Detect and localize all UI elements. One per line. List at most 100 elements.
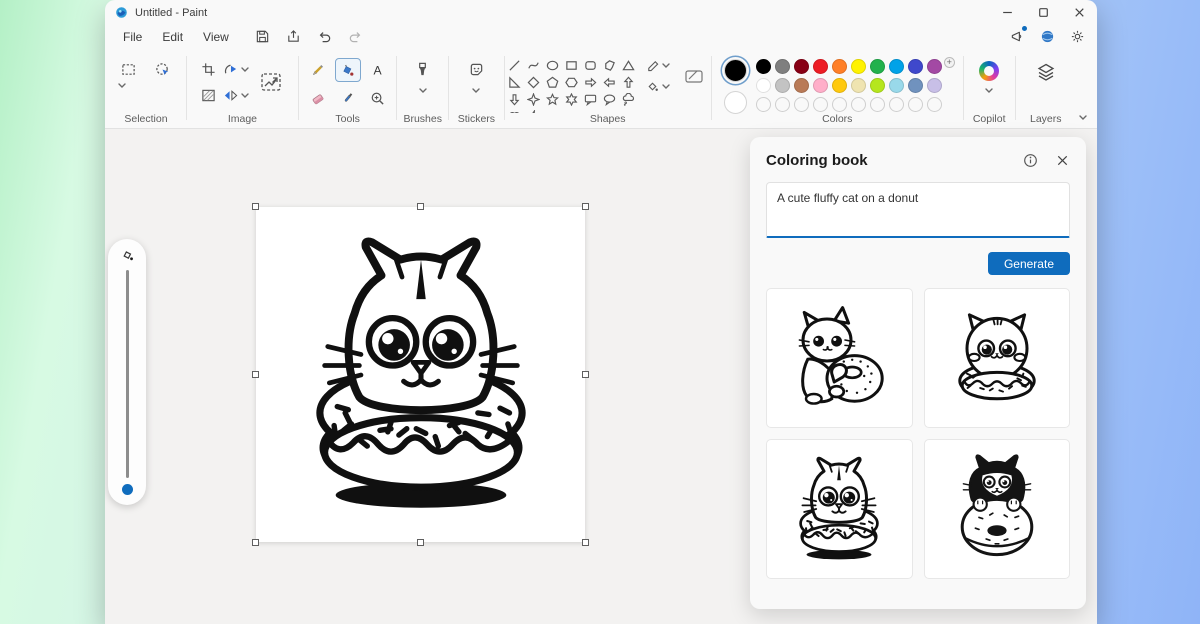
shape-hexagon-icon[interactable] xyxy=(565,76,578,89)
rotate-button[interactable] xyxy=(223,62,249,77)
generated-thumbnail-4[interactable] xyxy=(924,439,1071,579)
color-swatch[interactable] xyxy=(813,59,828,74)
color-swatch[interactable] xyxy=(851,78,866,93)
selection-handle-top-right[interactable] xyxy=(582,203,589,210)
free-form-select-button[interactable] xyxy=(150,57,176,81)
color-swatch[interactable] xyxy=(908,78,923,93)
shape-oval-icon[interactable] xyxy=(546,59,559,72)
undo-icon[interactable] xyxy=(317,29,332,44)
panel-close-button[interactable] xyxy=(1055,153,1070,168)
image-options-button[interactable] xyxy=(255,66,287,98)
shape-six-point-star-icon[interactable] xyxy=(565,93,578,106)
menu-file[interactable]: File xyxy=(113,28,152,46)
flip-button[interactable] xyxy=(223,88,249,103)
shapes-options-button[interactable] xyxy=(678,61,710,91)
color-swatch[interactable] xyxy=(870,78,885,93)
color-swatch[interactable] xyxy=(794,78,809,93)
selection-handle-top-middle[interactable] xyxy=(417,203,424,210)
color-swatch[interactable] xyxy=(889,78,904,93)
menu-view[interactable]: View xyxy=(193,28,239,46)
generated-thumbnail-2[interactable] xyxy=(924,288,1071,428)
shape-pentagon-icon[interactable] xyxy=(546,76,559,89)
color-swatch[interactable] xyxy=(775,78,790,93)
selection-handle-bottom-left[interactable] xyxy=(252,539,259,546)
custom-color-slot[interactable] xyxy=(775,97,790,112)
brushes-button[interactable] xyxy=(410,57,436,81)
color-picker-tool-button[interactable] xyxy=(335,86,361,110)
shape-oval-callout-icon[interactable] xyxy=(603,93,616,106)
custom-color-slot[interactable] xyxy=(889,97,904,112)
shape-arrow-up-icon[interactable] xyxy=(622,76,635,89)
shape-rect-callout-icon[interactable] xyxy=(584,93,597,106)
shape-five-point-star-icon[interactable] xyxy=(546,93,559,106)
color-swatch[interactable] xyxy=(756,78,771,93)
color-swatch[interactable] xyxy=(813,78,828,93)
color-swatch[interactable] xyxy=(756,59,771,74)
shape-arrow-left-icon[interactable] xyxy=(603,76,616,89)
selection-handle-top-left[interactable] xyxy=(252,203,259,210)
pencil-tool-button[interactable] xyxy=(305,58,331,82)
slider-thumb[interactable] xyxy=(122,484,133,495)
magnifier-tool-button[interactable] xyxy=(365,86,391,110)
shape-rectangle-icon[interactable] xyxy=(565,59,578,72)
primary-color-swatch[interactable] xyxy=(724,59,747,82)
custom-color-slot[interactable] xyxy=(870,97,885,112)
custom-color-slot[interactable] xyxy=(756,97,771,112)
generated-thumbnail-3[interactable] xyxy=(766,439,913,579)
selection-dropdown-chevron[interactable] xyxy=(118,83,126,88)
menu-edit[interactable]: Edit xyxy=(152,28,193,46)
text-tool-button[interactable]: A xyxy=(365,58,391,82)
shape-curve-icon[interactable] xyxy=(527,59,540,72)
slider-track[interactable] xyxy=(126,270,129,478)
shape-four-point-star-icon[interactable] xyxy=(527,93,540,106)
color-swatch[interactable] xyxy=(775,59,790,74)
rectangle-select-button[interactable] xyxy=(116,57,142,81)
custom-color-slot[interactable] xyxy=(927,97,942,112)
crop-button[interactable] xyxy=(197,57,219,81)
shape-arrow-right-icon[interactable] xyxy=(584,76,597,89)
color-swatch[interactable] xyxy=(889,59,904,74)
brushes-dropdown-chevron[interactable] xyxy=(419,88,427,93)
color-swatch[interactable] xyxy=(832,78,847,93)
shape-arrow-down-icon[interactable] xyxy=(508,93,521,106)
custom-color-slot[interactable] xyxy=(813,97,828,112)
background-removal-button[interactable] xyxy=(197,83,219,107)
color-swatch[interactable] xyxy=(832,59,847,74)
shape-rounded-rectangle-icon[interactable] xyxy=(584,59,597,72)
selection-handle-middle-right[interactable] xyxy=(582,371,589,378)
copilot-button[interactable] xyxy=(976,57,1002,85)
color-swatch[interactable] xyxy=(927,59,942,74)
color-swatch[interactable] xyxy=(794,59,809,74)
selection-handle-bottom-middle[interactable] xyxy=(417,539,424,546)
shape-fill-button[interactable] xyxy=(646,80,670,93)
shape-cloud-callout-icon[interactable] xyxy=(622,93,635,106)
redo-icon[interactable] xyxy=(348,29,363,44)
shape-outline-button[interactable] xyxy=(646,59,670,72)
share-icon[interactable] xyxy=(286,29,301,44)
custom-color-slot[interactable] xyxy=(851,97,866,112)
info-button[interactable] xyxy=(1023,153,1038,168)
ribbon-collapse-chevron[interactable] xyxy=(1079,115,1087,120)
minimize-button[interactable] xyxy=(989,0,1025,25)
drawing-canvas[interactable] xyxy=(256,207,585,542)
copilot-dropdown-chevron[interactable] xyxy=(985,88,993,93)
custom-color-slot[interactable] xyxy=(794,97,809,112)
shape-polygon-icon[interactable] xyxy=(603,59,616,72)
save-icon[interactable] xyxy=(255,29,270,44)
close-button[interactable] xyxy=(1061,0,1097,25)
shape-triangle-icon[interactable] xyxy=(622,59,635,72)
layers-button[interactable] xyxy=(1033,57,1059,87)
prompt-input[interactable]: A cute fluffy cat on a donut xyxy=(766,182,1070,238)
custom-color-slot[interactable] xyxy=(832,97,847,112)
stickers-button[interactable] xyxy=(463,57,489,81)
color-swatch[interactable] xyxy=(870,59,885,74)
shape-right-triangle-icon[interactable] xyxy=(508,76,521,89)
settings-gear-icon[interactable] xyxy=(1070,29,1085,44)
copilot-sphere-icon[interactable] xyxy=(1040,29,1055,44)
shape-diamond-icon[interactable] xyxy=(527,76,540,89)
stickers-dropdown-chevron[interactable] xyxy=(472,88,480,93)
generate-button[interactable]: Generate xyxy=(988,252,1070,275)
secondary-color-swatch[interactable] xyxy=(724,91,747,114)
shape-line-icon[interactable] xyxy=(508,59,521,72)
color-swatch[interactable] xyxy=(927,78,942,93)
